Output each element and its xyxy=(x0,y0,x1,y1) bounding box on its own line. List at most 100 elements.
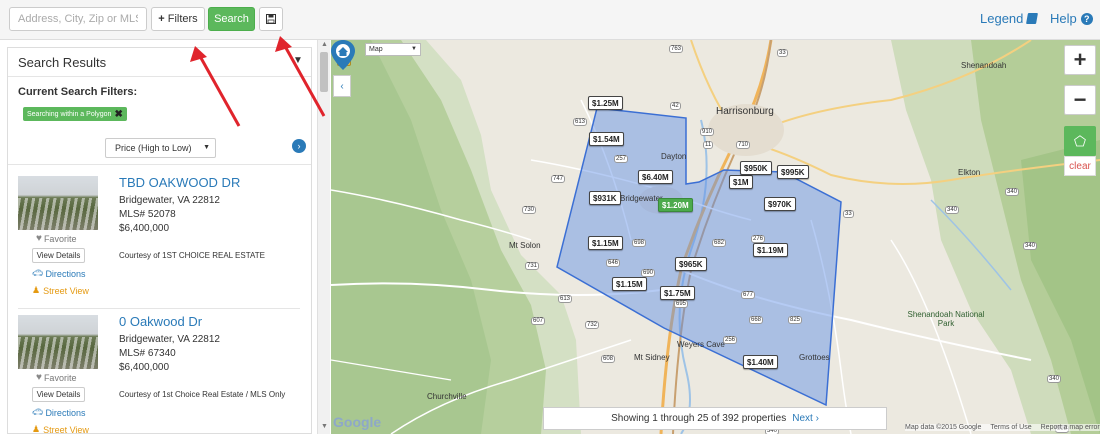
price-marker[interactable]: $1.25M xyxy=(588,96,623,110)
book-icon xyxy=(1026,13,1039,24)
chevron-right-icon[interactable]: › xyxy=(292,139,306,153)
listing-title[interactable]: 0 Oakwood Dr xyxy=(119,314,202,329)
road-shield: 340 xyxy=(945,206,960,214)
road-shield: 608 xyxy=(601,355,616,363)
pegman-icon: ♟ xyxy=(32,424,41,434)
price-marker[interactable]: $950K xyxy=(740,161,772,175)
chevron-right-icon: › xyxy=(815,413,819,424)
map-data-attribution: Map data ©2015 Google xyxy=(905,424,982,431)
view-details-button[interactable]: View Details xyxy=(32,248,85,263)
scroll-thumb[interactable] xyxy=(320,52,328,92)
directions-link[interactable]: 🚗︎ Directions xyxy=(32,407,85,418)
draw-polygon-button[interactable]: ⬠ xyxy=(1064,126,1096,156)
road-shield: 607 xyxy=(531,317,546,325)
listing-courtesy: Courtesy of 1st Choice Real Estate / MLS… xyxy=(119,390,286,399)
search-input[interactable] xyxy=(9,7,147,31)
map-canvas[interactable]: Map ▼ ‹ + − ⬠ clear Harrisonburg Dayton … xyxy=(331,40,1100,434)
listing-title[interactable]: TBD OAKWOOD DR xyxy=(119,175,240,190)
heart-icon: ♥ xyxy=(36,372,42,383)
listing-mls: MLS# 52078 xyxy=(119,209,176,220)
filters-button[interactable]: + Filters xyxy=(151,7,205,31)
road-shield: 710 xyxy=(736,141,751,149)
scroll-up-arrow[interactable]: ▲ xyxy=(321,41,328,48)
road-shield: 763 xyxy=(669,45,684,53)
town-label: Bridgewater xyxy=(620,194,663,203)
road-shield: 677 xyxy=(741,291,756,299)
price-marker-selected[interactable]: $1.20M xyxy=(658,198,693,212)
remove-filter-icon[interactable]: ✖ xyxy=(114,109,122,120)
town-label: Shenandoah National Park xyxy=(907,310,985,328)
price-marker[interactable]: $1.19M xyxy=(753,243,788,257)
street-view-link[interactable]: ♟ Street View xyxy=(32,285,89,296)
divider xyxy=(8,164,311,165)
map-background xyxy=(331,40,1100,434)
save-search-button[interactable] xyxy=(259,7,283,31)
plus-icon: + xyxy=(1073,47,1087,72)
caret-down-icon: ▼ xyxy=(411,46,417,52)
map-type-select[interactable]: Map ▼ xyxy=(365,43,421,56)
listing-photo[interactable] xyxy=(18,176,98,230)
floppy-disk-icon xyxy=(266,14,276,24)
price-marker[interactable]: $1M xyxy=(729,175,753,189)
report-error-link[interactable]: Report a map error xyxy=(1041,424,1100,431)
listing-item: ♥ Favorite View Details 🚗︎ Directions ♟ Str… xyxy=(8,314,303,434)
price-marker[interactable]: $1.54M xyxy=(589,132,624,146)
road-shield: 668 xyxy=(749,316,764,324)
road-shield: 731 xyxy=(525,262,540,270)
divider xyxy=(8,76,311,77)
view-details-button[interactable]: View Details xyxy=(32,387,85,402)
sort-select[interactable]: Price (High to Low) ▼ xyxy=(105,138,216,158)
town-label: Shenandoah xyxy=(961,61,1007,70)
scroll-down-arrow[interactable]: ▼ xyxy=(321,423,328,430)
top-toolbar: + Filters Search Legend Help ? xyxy=(0,0,1100,40)
help-link[interactable]: Help ? xyxy=(1050,11,1093,26)
road-shield: 646 xyxy=(606,259,621,267)
price-marker[interactable]: $965K xyxy=(675,257,707,271)
directions-label: Directions xyxy=(45,268,86,279)
legend-link[interactable]: Legend xyxy=(980,11,1039,26)
heart-icon: ♥ xyxy=(36,233,42,244)
price-marker[interactable]: $1.40M xyxy=(743,355,778,369)
zoom-out-button[interactable]: − xyxy=(1064,85,1096,115)
chevron-left-icon: ‹ xyxy=(340,80,344,92)
home-location-pin-icon[interactable] xyxy=(331,40,355,70)
terms-of-use-link[interactable]: Terms of Use xyxy=(990,424,1031,431)
search-button[interactable]: Search xyxy=(208,7,255,31)
favorite-button[interactable]: ♥ Favorite xyxy=(36,372,76,383)
favorite-button[interactable]: ♥ Favorite xyxy=(36,233,76,244)
town-label: Mt Solon xyxy=(509,241,541,250)
sort-select-value: Price (High to Low) xyxy=(115,143,192,153)
collapse-panel-button[interactable]: ‹ xyxy=(333,75,351,97)
polygon-filter-badge: Searching within a Polygon ✖ xyxy=(23,107,127,121)
zoom-in-button[interactable]: + xyxy=(1064,45,1096,75)
road-shield: 257 xyxy=(614,155,629,163)
price-marker[interactable]: $1.75M xyxy=(660,286,695,300)
price-marker[interactable]: $931K xyxy=(589,191,621,205)
price-marker[interactable]: $970K xyxy=(764,197,796,211)
price-marker[interactable]: $1.15M xyxy=(612,277,647,291)
street-view-link[interactable]: ♟ Street View xyxy=(32,424,89,434)
panel-title: Search Results xyxy=(18,55,107,70)
map-type-value: Map xyxy=(369,46,383,53)
results-count-text: Showing 1 through 25 of 392 properties xyxy=(611,413,787,424)
minus-icon: − xyxy=(1073,87,1087,112)
directions-label: Directions xyxy=(45,407,86,418)
road-shield: 340 xyxy=(1023,242,1038,250)
town-label: Dayton xyxy=(661,152,687,161)
clear-button[interactable]: clear xyxy=(1064,156,1096,176)
next-page-link[interactable]: Next › xyxy=(792,413,819,424)
car-icon: 🚗︎ xyxy=(32,407,44,417)
polygon-draw-icon: ⬠ xyxy=(1073,132,1087,149)
town-label: Churchville xyxy=(427,392,467,401)
results-scrollbar[interactable]: ▲ ▼ xyxy=(317,40,330,434)
price-marker[interactable]: $6.40M xyxy=(638,170,673,184)
road-shield: 695 xyxy=(674,300,689,308)
chevron-down-icon[interactable]: ▼ xyxy=(293,55,303,66)
listing-price: $6,400,000 xyxy=(119,223,170,234)
road-shield: 276 xyxy=(751,235,766,243)
road-shield: 747 xyxy=(551,175,566,183)
listing-photo[interactable] xyxy=(18,315,98,369)
directions-link[interactable]: 🚗︎ Directions xyxy=(32,268,85,279)
price-marker[interactable]: $995K xyxy=(777,165,809,179)
price-marker[interactable]: $1.15M xyxy=(588,236,623,250)
